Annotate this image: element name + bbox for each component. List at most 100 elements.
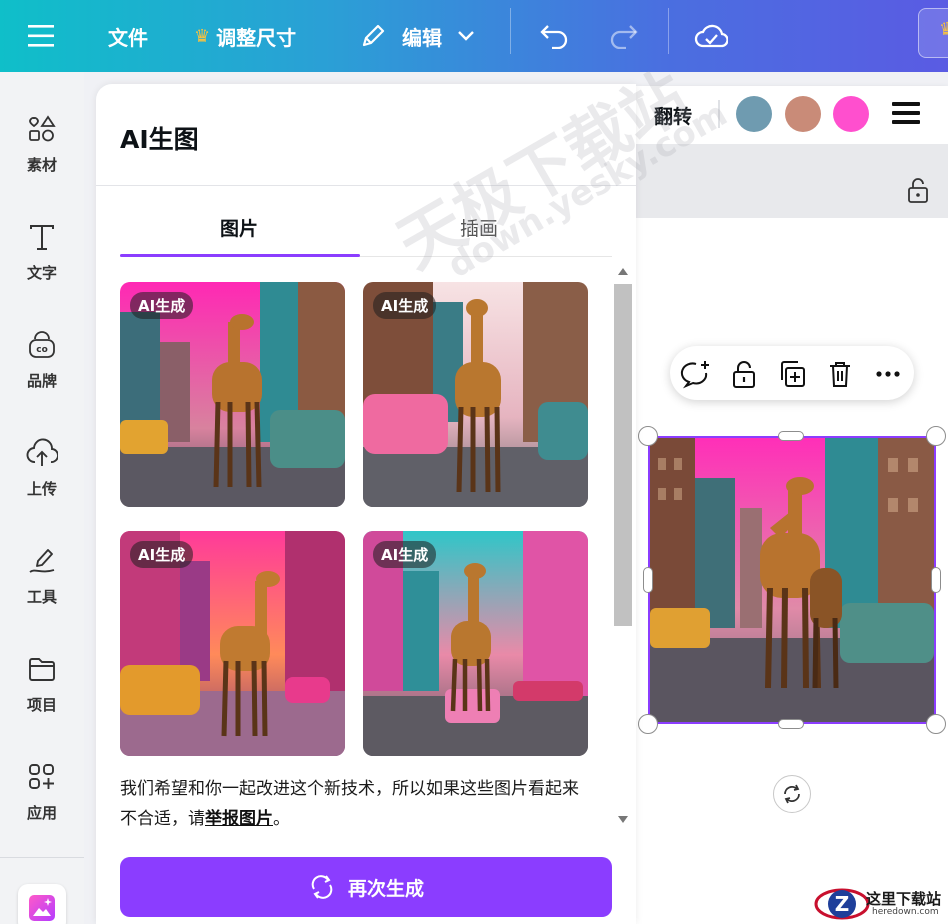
undo-icon	[540, 25, 568, 49]
resize-handle-top[interactable]	[778, 431, 804, 441]
rail-item-brand[interactable]: co 品牌	[0, 330, 84, 430]
refresh-icon	[311, 875, 333, 899]
elements-icon	[29, 115, 56, 142]
rotate-button[interactable]	[773, 775, 811, 813]
giraffe-street-image	[650, 438, 934, 722]
report-images-link[interactable]: 举报图片	[205, 809, 273, 829]
redo-button[interactable]	[608, 0, 638, 72]
element-quick-actions	[670, 346, 914, 400]
ai-generated-badge: AI生成	[130, 292, 194, 319]
resize-handle-bottom-left[interactable]	[638, 714, 658, 734]
panel-scrollbar[interactable]	[612, 260, 634, 830]
feedback-note: 我们希望和你一起改进这个新技术，所以如果这些图片看起来不合适，请举报图片。	[120, 774, 590, 834]
resize-button[interactable]: ♛ 调整尺寸	[194, 0, 296, 72]
brand-icon: co	[29, 331, 55, 358]
color-swatch[interactable]	[833, 96, 869, 132]
resize-handle-bottom[interactable]	[778, 719, 804, 729]
site-name: 这里下载站	[866, 890, 942, 908]
site-watermark-logo: Z 这里下载站 heredown.com	[814, 884, 948, 924]
generated-image-4[interactable]: AI生成	[363, 531, 588, 756]
regenerate-button[interactable]: 再次生成	[120, 857, 612, 917]
tab-images[interactable]: 图片	[220, 214, 258, 241]
resize-handle-top-right[interactable]	[926, 426, 946, 446]
magic-media-app-button[interactable]	[18, 884, 66, 924]
apps-icon	[29, 764, 54, 789]
top-toolbar: 文件 ♛ 调整尺寸 编辑 ♛	[0, 0, 948, 72]
scroll-up-arrow-icon[interactable]	[618, 268, 628, 275]
toolbar-divider	[510, 8, 511, 54]
folder-icon	[29, 658, 55, 681]
edit-menu-button[interactable]: 编辑	[358, 0, 476, 72]
rail-label: 品牌	[26, 372, 57, 390]
resize-handle-top-left[interactable]	[638, 426, 658, 446]
left-rail: 素材 文字 co 品牌 上传 工具 项目 应用	[0, 72, 84, 924]
menu-button[interactable]	[28, 0, 56, 72]
rail-item-projects[interactable]: 项目	[0, 654, 84, 754]
rail-label: 上传	[26, 480, 57, 498]
trash-icon[interactable]	[824, 358, 856, 390]
site-logo-icon: Z	[814, 888, 870, 920]
page-header	[636, 144, 948, 218]
rail-label: 文字	[26, 264, 57, 282]
draw-tool-icon	[29, 549, 55, 573]
lock-icon[interactable]	[728, 358, 760, 390]
ai-generated-badge: AI生成	[373, 292, 437, 319]
rail-item-upload[interactable]: 上传	[0, 438, 84, 538]
feedback-note-text: 我们希望和你一起改进这个新技术，所以如果这些图片看起来不合适，请	[120, 779, 579, 829]
tab-illustrations[interactable]: 插画	[460, 214, 498, 241]
save-status-button[interactable]	[694, 0, 728, 72]
color-swatch[interactable]	[736, 96, 772, 132]
rail-label: 应用	[26, 804, 57, 822]
color-swatch[interactable]	[785, 96, 821, 132]
text-icon	[30, 225, 54, 250]
rotate-icon	[784, 784, 800, 804]
context-divider	[718, 100, 720, 128]
context-toolbar: 翻转	[636, 86, 948, 144]
rail-divider	[0, 857, 84, 858]
position-menu-icon[interactable]	[892, 102, 920, 126]
duplicate-icon[interactable]	[776, 358, 808, 390]
ai-generated-badge: AI生成	[130, 541, 194, 568]
redo-icon	[610, 25, 638, 49]
comment-add-icon[interactable]	[680, 358, 712, 390]
site-url: heredown.com	[872, 907, 939, 917]
resize-handle-left[interactable]	[643, 567, 653, 593]
generated-image-2[interactable]: AI生成	[363, 282, 588, 507]
rail-item-apps[interactable]: 应用	[0, 762, 84, 862]
hamburger-icon	[28, 25, 54, 47]
panel-divider	[96, 185, 636, 186]
regenerate-label: 再次生成	[347, 877, 424, 900]
crown-icon: ♛	[194, 25, 211, 47]
pencil-icon	[362, 24, 385, 47]
selected-image[interactable]	[648, 436, 936, 724]
undo-button[interactable]	[540, 0, 570, 72]
svg-text:co: co	[36, 345, 48, 355]
magic-image-icon	[29, 895, 55, 921]
more-icon[interactable]	[872, 358, 904, 390]
resize-label: 调整尺寸	[216, 25, 297, 50]
resize-handle-bottom-right[interactable]	[926, 714, 946, 734]
rail-item-elements[interactable]: 素材	[0, 114, 84, 214]
scrollbar-thumb[interactable]	[614, 284, 632, 626]
lock-icon[interactable]	[906, 176, 930, 204]
active-tab-indicator	[120, 254, 360, 257]
svg-text:Z: Z	[835, 892, 850, 916]
upgrade-chip[interactable]: ♛	[918, 8, 948, 58]
rail-label: 工具	[26, 588, 57, 606]
cloud-check-icon	[694, 24, 728, 48]
rail-label: 素材	[26, 156, 57, 174]
generated-image-1[interactable]: AI生成	[120, 282, 345, 507]
rail-item-text[interactable]: 文字	[0, 222, 84, 322]
toolbar-divider	[668, 8, 669, 54]
ai-image-panel: AI生图 图片 插画 AI生成 AI生成 AI生成 AI生成 我们希望和你一起改…	[96, 84, 636, 924]
resize-handle-right[interactable]	[931, 567, 941, 593]
rail-item-tools[interactable]: 工具	[0, 546, 84, 646]
flip-button[interactable]: 翻转	[654, 102, 692, 129]
file-menu-button[interactable]: 文件	[108, 0, 148, 72]
rail-label: 项目	[26, 696, 57, 714]
panel-title: AI生图	[120, 125, 199, 154]
scroll-down-arrow-icon[interactable]	[618, 816, 628, 823]
edit-label: 编辑	[402, 25, 442, 50]
crown-icon: ♛	[939, 19, 948, 40]
generated-image-3[interactable]: AI生成	[120, 531, 345, 756]
